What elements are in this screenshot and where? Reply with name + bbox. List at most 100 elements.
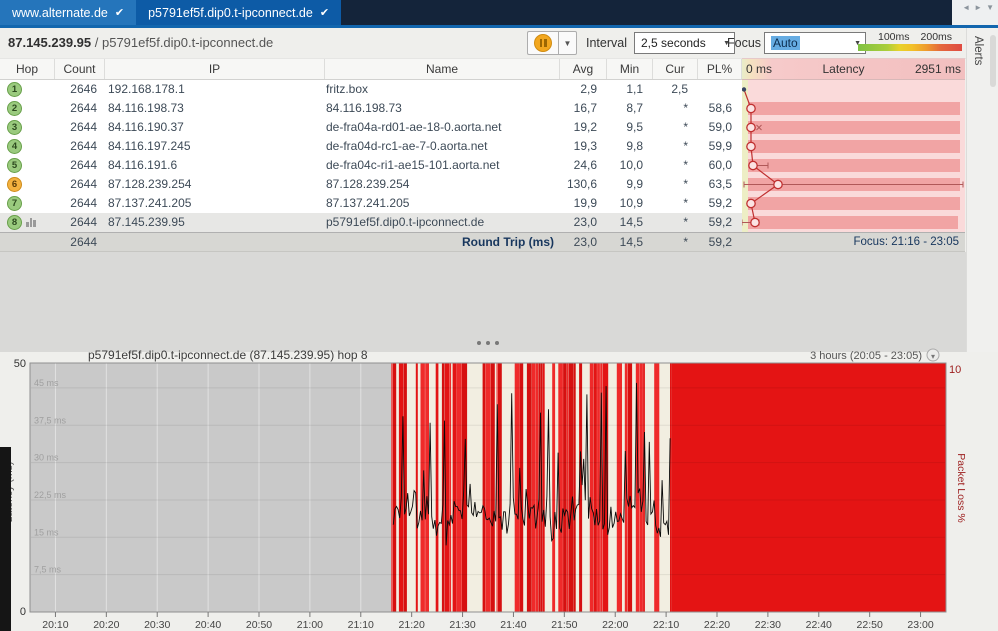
column-header-cur[interactable]: Cur	[653, 59, 698, 79]
toolbar: 87.145.239.95 / p5791ef5f.dip0.t-ipconne…	[0, 28, 966, 59]
svg-text:20:40: 20:40	[195, 619, 221, 631]
hop-status-icon: 6	[7, 177, 22, 192]
table-row-hop-2[interactable]: 2 2644 84.116.198.73 84.116.198.73 16,7 8,7 * 5…	[0, 99, 742, 118]
column-header-hop[interactable]: Hop	[0, 59, 55, 79]
latency-column-header: 0 ms Latency 2951 ms	[742, 58, 965, 80]
tab-menu-icon[interactable]: ▼	[986, 3, 994, 12]
tab-scroll-right-icon[interactable]: ►	[974, 3, 982, 12]
hop-cell: 8	[0, 213, 55, 232]
count-cell: 2644	[70, 215, 97, 229]
svg-text:20:10: 20:10	[42, 619, 68, 631]
svg-text:15 ms: 15 ms	[34, 527, 59, 537]
table-row-hop-7[interactable]: 7 2644 87.137.241.205 87.137.241.205 19,9 10,…	[0, 194, 742, 213]
svg-text:22:10: 22:10	[653, 619, 679, 631]
chevron-down-icon: ▼	[563, 38, 572, 48]
hop-status-icon: 8	[7, 215, 22, 230]
name-cell: fritz.box	[326, 82, 369, 96]
pl-cell: 59,9	[708, 139, 732, 153]
hop-cell: 7	[0, 194, 55, 213]
pause-dropdown-button[interactable]: ▼	[558, 31, 577, 55]
table-row-hop-5[interactable]: 5 2644 84.116.191.6 de-fra04c-ri1-ae15-101.…	[0, 156, 742, 175]
hop-cell: 1	[0, 80, 55, 99]
svg-text:30 ms: 30 ms	[34, 453, 59, 463]
cur-cell: *	[683, 139, 688, 153]
table-row-hop-6[interactable]: 6 2644 87.128.239.254 87.128.239.254 130,6 9,…	[0, 175, 742, 194]
avg-cell: 24,6	[573, 158, 597, 172]
left-dark-strip	[0, 447, 11, 631]
table-header: Hop Count IP Name Avg Min Cur PL%	[0, 58, 742, 80]
graph-range-label[interactable]: 3 hours (20:05 - 23:05)	[810, 350, 922, 362]
legend-100ms-label: 100ms	[878, 31, 910, 43]
alerts-panel-tab[interactable]: Alerts	[966, 28, 998, 352]
latency-max-label: 2951 ms	[914, 62, 961, 76]
table-row-hop-8[interactable]: 8 2644 87.145.239.95 p5791ef5f.dip0.t-ipcon…	[0, 213, 742, 232]
column-header-ip[interactable]: IP	[105, 59, 325, 79]
column-header-min[interactable]: Min	[607, 59, 653, 79]
table-row-hop-4[interactable]: 4 2644 84.116.197.245 de-fra04d-rc1-ae-7-0.…	[0, 137, 742, 156]
svg-text:▾: ▾	[931, 352, 935, 361]
interval-value: 2,5 seconds	[641, 36, 706, 50]
name-cell: de-fra04d-rc1-ae-7-0.aorta.net	[326, 139, 488, 153]
ip-cell: 192.168.178.1	[108, 82, 185, 96]
tab-label: p5791ef5f.dip0.t-ipconnect.de	[148, 5, 313, 20]
focus-value: Auto	[771, 36, 800, 50]
svg-text:20:50: 20:50	[246, 619, 272, 631]
table-row-hop-3[interactable]: 3 2644 84.116.190.37 de-fra04a-rd01-ae-18-0…	[0, 118, 742, 137]
svg-text:20:20: 20:20	[93, 619, 119, 631]
legend-200ms-label: 200ms	[920, 31, 953, 43]
min-cell: 8,7	[626, 101, 643, 115]
min-cell: 9,5	[626, 120, 643, 134]
column-header-pl[interactable]: PL%	[698, 59, 742, 79]
column-header-count[interactable]: Count	[55, 59, 105, 79]
timeline-chart[interactable]: 45 ms 37,5 ms 30 ms 22,5 ms 15 ms 7,5 ms 20:10…	[0, 348, 998, 631]
latency-color-legend: 100ms 200ms	[858, 31, 962, 51]
ip-cell: 84.116.191.6	[108, 158, 178, 172]
min-cell: 1,1	[626, 82, 643, 96]
hop-status-icon: 7	[7, 196, 22, 211]
pingplotter-window: www.alternate.de ✔ p5791ef5f.dip0.t-ipco…	[0, 0, 998, 631]
svg-text:21:20: 21:20	[399, 619, 425, 631]
count-cell: 2644	[70, 196, 97, 210]
svg-text:45 ms: 45 ms	[34, 378, 59, 388]
alerts-scrollbar[interactable]	[990, 35, 996, 87]
focus-select[interactable]: Auto ▼	[764, 32, 866, 54]
ip-cell: 87.137.241.205	[108, 196, 192, 210]
svg-text:20:30: 20:30	[144, 619, 170, 631]
tab-bar: www.alternate.de ✔ p5791ef5f.dip0.t-ipco…	[0, 0, 952, 25]
svg-text:22:20: 22:20	[704, 619, 730, 631]
pl-cell: 59,0	[708, 120, 732, 134]
column-header-avg[interactable]: Avg	[560, 59, 607, 79]
hop-cell: 5	[0, 156, 55, 175]
summary-count: 2644	[70, 235, 97, 249]
column-header-name[interactable]: Name	[325, 59, 560, 79]
pl-cell: 58,6	[708, 101, 732, 115]
interval-select[interactable]: 2,5 seconds ▼	[634, 32, 735, 54]
ip-cell: 84.116.198.73	[108, 101, 184, 115]
svg-text:22,5 ms: 22,5 ms	[34, 490, 67, 500]
latency-title: Latency	[822, 62, 865, 76]
pause-button[interactable]	[527, 31, 558, 55]
ip-cell: 84.116.190.37	[108, 120, 184, 134]
summary-pl: 59,2	[708, 235, 732, 249]
count-cell: 2644	[70, 158, 97, 172]
alerts-label: Alerts	[972, 36, 984, 66]
target-ip: 87.145.239.95	[8, 35, 92, 50]
splitter-area[interactable]	[0, 252, 966, 352]
tab-check-icon: ✔	[319, 7, 330, 19]
min-cell: 10,0	[619, 158, 643, 172]
svg-text:22:00: 22:00	[602, 619, 628, 631]
name-cell: de-fra04a-rd01-ae-18-0.aorta.net	[326, 120, 502, 134]
tab-www-alternate-de[interactable]: www.alternate.de ✔	[0, 0, 137, 25]
svg-text:0: 0	[20, 606, 26, 618]
tab-scroll-left-icon[interactable]: ◄	[962, 3, 970, 12]
splitter-dots-icon[interactable]	[477, 341, 499, 345]
pause-icon	[534, 34, 552, 52]
round-trip-summary-row: 2644 Round Trip (ms) 23,0 14,5 * 59,2 Fo…	[0, 232, 965, 252]
ip-cell: 87.128.239.254	[108, 177, 192, 191]
name-cell: p5791ef5f.dip0.t-ipconnect.de	[326, 215, 485, 229]
hop-cell: 4	[0, 137, 55, 156]
latency-mini-chart	[742, 80, 965, 232]
table-row-hop-1[interactable]: 1 2646 192.168.178.1 fritz.box 2,9 1,1 2,5	[0, 80, 742, 99]
avg-cell: 19,3	[573, 139, 597, 153]
tab-p5791ef5f[interactable]: p5791ef5f.dip0.t-ipconnect.de ✔	[136, 0, 342, 25]
